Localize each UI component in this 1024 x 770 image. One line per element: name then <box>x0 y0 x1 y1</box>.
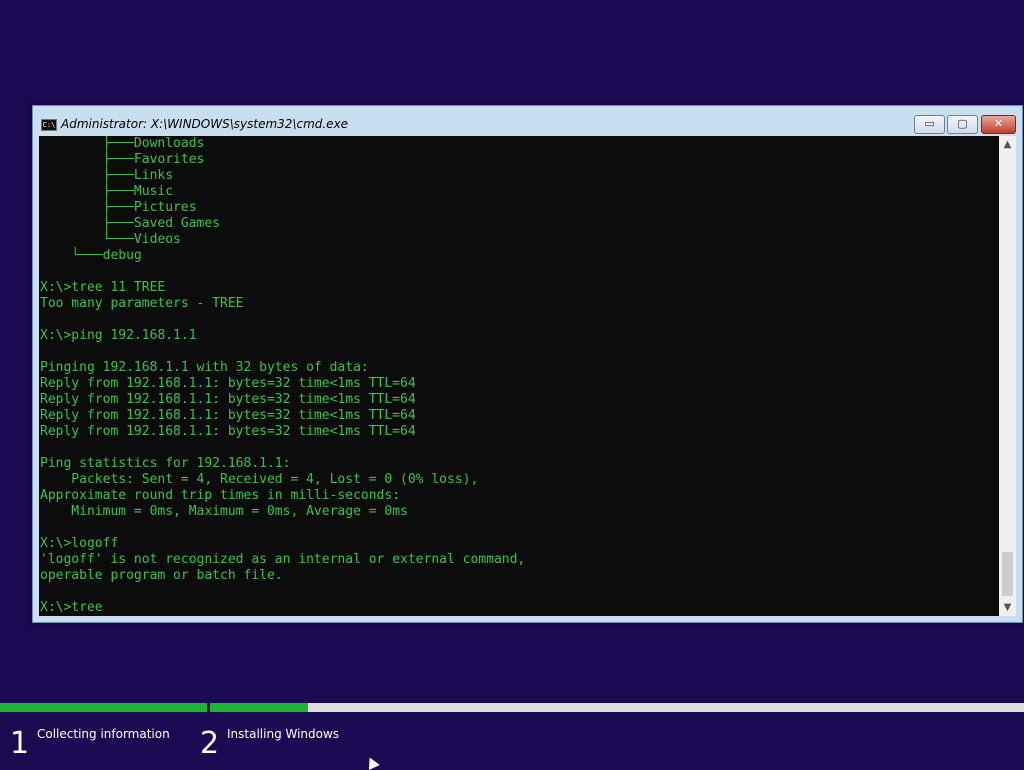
console-line: ├───Links <box>40 168 174 183</box>
scroll-down-icon[interactable]: ▼ <box>999 599 1016 616</box>
title-bar[interactable]: C:\ Administrator: X:\WINDOWS\system32\c… <box>33 106 1022 136</box>
window-title: Administrator: X:\WINDOWS\system32\cmd.e… <box>61 117 349 131</box>
console-line: X:\>tree 11 TREE <box>40 280 166 295</box>
console-line: Ping statistics for 192.168.1.1: <box>40 456 291 471</box>
console-line: ├───Favorites <box>40 152 205 167</box>
step-2-progress-bar <box>210 703 1024 712</box>
console-line: Approximate round trip times in milli-se… <box>40 488 401 503</box>
console-line: ├───Music <box>40 184 174 199</box>
console-line: X:\>logoff <box>40 536 119 551</box>
console-line: operable program or batch file. <box>40 568 283 583</box>
scroll-up-icon[interactable]: ▲ <box>999 136 1016 153</box>
console-line: Pinging 192.168.1.1 with 32 bytes of dat… <box>40 360 369 375</box>
step-2-number: 2 <box>200 726 220 761</box>
close-button[interactable]: ✕ <box>981 115 1016 134</box>
maximize-button[interactable]: ▢ <box>947 115 978 134</box>
console-line: ├───Pictures <box>40 200 197 215</box>
cmd-window[interactable]: C:\ Administrator: X:\WINDOWS\system32\c… <box>32 105 1023 623</box>
console-line: X:\>ping 192.168.1.1 <box>40 328 197 343</box>
console-line: Reply from 192.168.1.1: bytes=32 time<1m… <box>40 424 416 439</box>
console-text: ├───Downloads ├───Favorites ├───Links ├─… <box>40 136 525 616</box>
console-line: └───debug <box>40 248 142 263</box>
console-line: Minimum = 0ms, Maximum = 0ms, Average = … <box>40 504 408 519</box>
step-1-label: Collecting information <box>37 727 170 741</box>
console-line: Packets: Sent = 4, Received = 4, Lost = … <box>40 472 479 487</box>
console-line: 'logoff' is not recognized as an interna… <box>40 552 526 567</box>
console-line: └───Videos <box>40 232 181 247</box>
console-line: Too many parameters - TREE <box>40 296 244 311</box>
vertical-scrollbar[interactable]: ▲ ▼ <box>999 136 1016 616</box>
console-line: ├───Downloads <box>40 136 205 151</box>
console-output[interactable]: ├───Downloads ├───Favorites ├───Links ├─… <box>39 136 999 616</box>
console-line: Reply from 192.168.1.1: bytes=32 time<1m… <box>40 408 416 423</box>
step-1-progress-fill <box>0 703 207 712</box>
console-line: ├───Saved Games <box>40 216 221 231</box>
step-2-label: Installing Windows <box>227 727 340 741</box>
console-line: Reply from 192.168.1.1: bytes=32 time<1m… <box>40 376 416 391</box>
step-1-number: 1 <box>10 726 30 761</box>
minimize-button[interactable]: ▭ <box>914 115 945 134</box>
step-1-progress-bar <box>0 703 207 712</box>
console-line: Reply from 192.168.1.1: bytes=32 time<1m… <box>40 392 416 407</box>
console-line: X:\>tree <box>40 600 103 615</box>
step-2-progress-fill <box>210 703 308 712</box>
scrollbar-thumb[interactable] <box>1002 552 1013 596</box>
cmd-icon: C:\ <box>41 119 57 131</box>
